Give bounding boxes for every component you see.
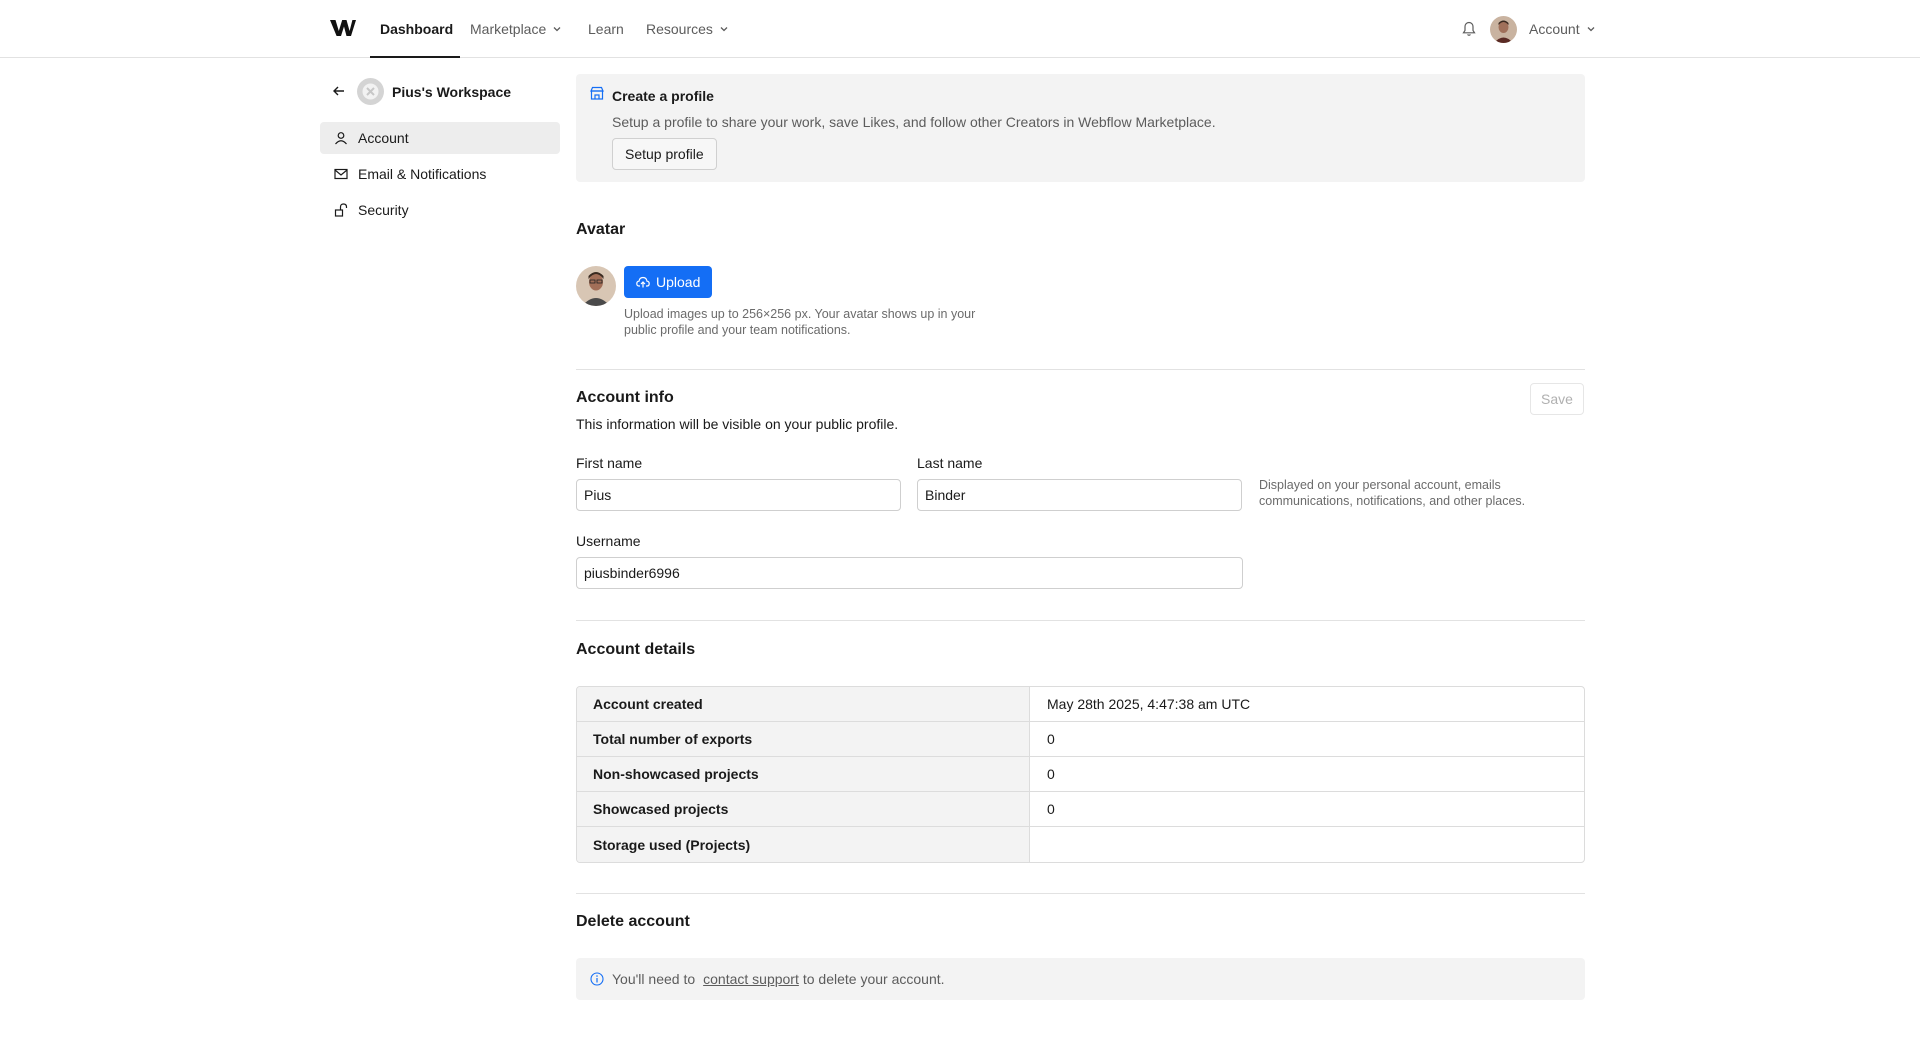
first-name-field[interactable] [576,479,901,511]
mail-icon [334,168,348,180]
section-divider [576,369,1585,370]
workspace-icon [357,78,384,105]
delete-account-notice: You'll need to contact support to delete… [576,958,1585,1000]
storefront-icon [590,86,604,100]
nav-resources[interactable]: Resources [646,0,729,58]
sidebar-item-label: Email & Notifications [358,166,487,182]
table-cell-key: Total number of exports [577,722,1030,756]
sidebar-item-label: Security [358,202,409,218]
nav-learn[interactable]: Learn [588,0,624,58]
last-name-label: Last name [917,455,983,471]
delete-account-title: Delete account [576,913,690,930]
table-row: Non-showcased projects 0 [577,757,1584,792]
upload-button-label: Upload [656,274,701,290]
avatar-photo [576,266,616,306]
avatar-photo [1490,16,1517,43]
user-avatar[interactable] [1490,16,1517,43]
webflow-logo-icon[interactable] [330,18,356,38]
avatar-section-title: Avatar [576,221,626,238]
create-profile-banner: Create a profile Setup a profile to shar… [576,74,1585,182]
unlock-icon [334,203,348,217]
bell-icon[interactable] [1462,21,1476,37]
table-row: Storage used (Projects) [577,827,1584,862]
cloud-upload-icon [636,276,650,288]
info-icon [590,972,604,986]
nav-active-indicator [370,56,460,58]
account-info-subtitle: This information will be visible on your… [576,416,899,432]
setup-profile-button[interactable]: Setup profile [612,138,717,170]
chevron-down-icon [1587,27,1595,32]
nav-learn-label: Learn [588,21,624,37]
contact-support-link[interactable]: contact support [703,971,799,987]
save-button[interactable]: Save [1530,383,1584,415]
account-menu-label: Account [1529,21,1580,37]
table-cell-key: Storage used (Projects) [577,827,1030,862]
delete-text-before: You'll need to [612,971,696,987]
banner-description: Setup a profile to share your work, save… [612,114,1216,130]
table-cell-key: Showcased projects [577,792,1030,826]
name-help-text: Displayed on your personal account, emai… [1259,478,1526,508]
workspace-name: Pius's Workspace [392,84,512,100]
top-navigation-bar: Dashboard Marketplace Learn Resources Ac… [0,0,1920,58]
sidebar-item-security[interactable]: Security [320,194,560,226]
back-arrow-icon[interactable] [332,84,346,98]
account-details-table: Account created May 28th 2025, 4:47:38 a… [576,686,1585,863]
chevron-down-icon [553,27,561,32]
username-label: Username [576,533,641,549]
last-name-field[interactable] [917,479,1242,511]
nav-dashboard-label: Dashboard [380,21,454,37]
first-name-label: First name [576,455,643,471]
table-row: Total number of exports 0 [577,722,1584,757]
table-cell-value: 0 [1047,731,1055,747]
upload-avatar-button[interactable]: Upload [624,266,713,298]
banner-title: Create a profile [612,88,714,104]
table-cell-value: 0 [1047,801,1055,817]
avatar-preview [576,266,616,306]
table-cell-value: 0 [1047,766,1055,782]
nav-marketplace[interactable]: Marketplace [470,0,562,58]
nav-marketplace-label: Marketplace [470,21,547,37]
table-cell-key: Non-showcased projects [577,757,1030,791]
nav-dashboard[interactable]: Dashboard [380,0,453,58]
username-field[interactable] [576,557,1243,589]
table-row: Showcased projects 0 [577,792,1584,827]
table-cell-key: Account created [577,687,1030,721]
chevron-down-icon [720,27,728,32]
table-row: Account created May 28th 2025, 4:47:38 a… [577,687,1584,722]
workspace-x-icon [362,83,379,100]
user-icon [335,132,347,145]
upload-help-text: Upload images up to 256×256 px. Your ava… [624,307,976,337]
sidebar-item-label: Account [358,130,409,146]
section-divider [576,893,1585,894]
table-cell-value: May 28th 2025, 4:47:38 am UTC [1047,696,1251,712]
section-divider [576,620,1585,621]
nav-resources-label: Resources [646,21,713,37]
account-info-title: Account info [576,389,674,406]
delete-text-after: to delete your account. [802,971,945,987]
sidebar-item-account[interactable]: Account [320,122,560,154]
table-cell-value [1030,827,1584,862]
sidebar-item-email-notifications[interactable]: Email & Notifications [320,158,560,190]
account-menu[interactable]: Account [1529,0,1596,58]
account-details-title: Account details [576,641,696,658]
